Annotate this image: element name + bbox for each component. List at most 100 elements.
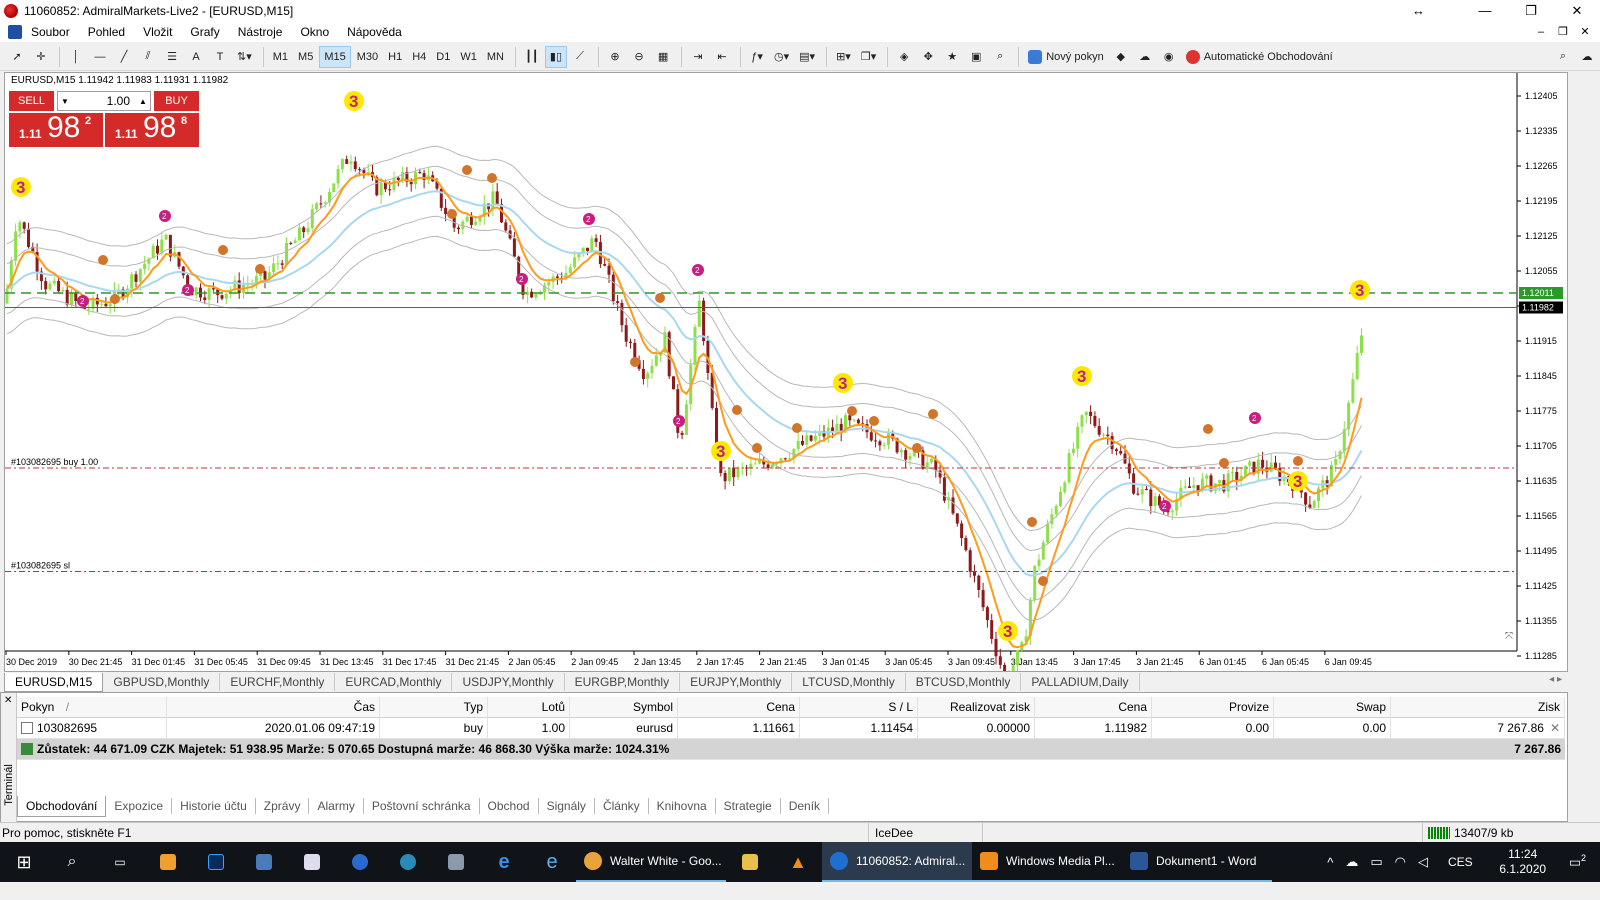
tf-m1-button[interactable]: M1	[269, 46, 292, 68]
chart-shift-icon[interactable]: ⇤	[711, 46, 733, 68]
lot-dropdown-icon[interactable]: ▼	[58, 97, 72, 106]
resize-icon[interactable]: ↔	[1412, 3, 1425, 18]
col-price[interactable]: Cena	[678, 696, 800, 718]
lot-up-icon[interactable]: ▲	[136, 97, 150, 106]
chart-tab-eurchf[interactable]: EURCHF,Monthly	[220, 673, 336, 691]
tester-icon[interactable]: ⌕	[989, 46, 1011, 68]
col-profit[interactable]: Zisk	[1391, 696, 1565, 718]
col-time[interactable]: Čas	[167, 696, 380, 718]
terminal-icon[interactable]: ▣	[965, 46, 987, 68]
tf-w1-button[interactable]: W1	[456, 46, 481, 68]
tab-alerts[interactable]: Alarmy	[309, 798, 364, 814]
order-row[interactable]: 103082695 2020.01.06 09:47:19 buy 1.00 e…	[17, 717, 1565, 739]
mdi-restore-button[interactable]: ❐	[1552, 22, 1574, 42]
col-commission[interactable]: Provize	[1152, 696, 1274, 718]
menu-charts[interactable]: Grafy	[181, 22, 228, 42]
tf-d1-button[interactable]: D1	[432, 46, 454, 68]
tab-strategy[interactable]: Strategie	[716, 798, 781, 814]
crosshair-icon[interactable]: ✛	[30, 46, 52, 68]
col-order[interactable]: Pokyn /	[17, 696, 167, 718]
sell-price[interactable]: 1.11 98 2	[9, 111, 103, 147]
start-button-icon[interactable]: ⊞	[0, 842, 48, 882]
chart-tab-eurjpy[interactable]: EURJPY,Monthly	[680, 673, 793, 691]
terminal-close-icon[interactable]: ✕	[4, 695, 12, 706]
col-type[interactable]: Typ	[380, 696, 488, 718]
mdi-minimize-button[interactable]: –	[1530, 22, 1552, 42]
col-tp[interactable]: Realizovat zisk	[918, 696, 1035, 718]
tab-trade[interactable]: Obchodování	[17, 795, 107, 817]
tab-articles[interactable]: Články	[595, 798, 649, 814]
store-icon[interactable]	[144, 842, 192, 882]
profiles-icon[interactable]: ❐▾	[857, 46, 880, 68]
notepad-icon[interactable]	[288, 842, 336, 882]
chart-tab-btcusd[interactable]: BTCUSD,Monthly	[906, 673, 1022, 691]
maximize-button[interactable]: ❐	[1508, 0, 1554, 22]
vps-icon[interactable]: ☁	[1134, 46, 1156, 68]
zoom-out-icon[interactable]: ⊖	[628, 46, 650, 68]
lot-size-input[interactable]: ▼ 1.00 ▲	[57, 91, 151, 111]
taskbar-media-player[interactable]: Windows Media Pl...	[972, 842, 1122, 882]
tf-mn-button[interactable]: MN	[483, 46, 508, 68]
navigator-icon[interactable]: ★	[941, 46, 963, 68]
language-indicator[interactable]: CES	[1448, 855, 1473, 869]
zoom-in-icon[interactable]: ⊕	[604, 46, 626, 68]
app-icon-teal[interactable]	[384, 842, 432, 882]
clock[interactable]: 11:24 6.1.2020	[1487, 847, 1559, 877]
battery-icon[interactable]: ▭	[1370, 854, 1382, 870]
tf-m5-button[interactable]: M5	[294, 46, 317, 68]
tab-account-history[interactable]: Historie účtu	[172, 798, 256, 814]
col-current-price[interactable]: Cena	[1035, 696, 1152, 718]
chart-window[interactable]: 1.12405 1.12335 1.12265 1.12195 1.12125 1.120…	[4, 72, 1568, 672]
buy-price[interactable]: 1.11 98 8	[105, 111, 199, 147]
tab-market[interactable]: Obchod	[480, 798, 539, 814]
text-icon[interactable]: A	[185, 46, 207, 68]
search-icon[interactable]: ⌕	[1552, 46, 1574, 68]
vertical-line-icon[interactable]: │	[65, 46, 87, 68]
chart-tab-eurgbp[interactable]: EURGBP,Monthly	[565, 673, 681, 691]
chart-tab-palladium[interactable]: PALLADIUM,Daily	[1021, 673, 1140, 691]
buy-button[interactable]: BUY	[154, 91, 199, 111]
tf-h4-button[interactable]: H4	[408, 46, 430, 68]
menu-insert[interactable]: Vložit	[134, 22, 181, 42]
search-taskbar-icon[interactable]: ⌕	[48, 842, 96, 882]
lot-value[interactable]: 1.00	[72, 94, 136, 108]
menu-file[interactable]: Soubor	[22, 22, 79, 42]
vlc-icon[interactable]: ▲	[774, 842, 822, 882]
label-icon[interactable]: T	[209, 46, 231, 68]
channel-icon[interactable]: ⫽	[137, 46, 159, 68]
scanner-icon[interactable]	[432, 842, 480, 882]
wifi-icon[interactable]: ◠	[1395, 854, 1406, 870]
col-swap[interactable]: Swap	[1274, 696, 1391, 718]
price-chart[interactable]: 1.12405 1.12335 1.12265 1.12195 1.12125 1.120…	[5, 73, 1567, 671]
edge-icon[interactable]: e	[480, 842, 528, 882]
line-chart-icon[interactable]: ⟋	[569, 46, 591, 68]
tf-m15-button[interactable]: M15	[319, 45, 351, 68]
chart-tab-ltcusd[interactable]: LTCUSD,Monthly	[792, 673, 906, 691]
taskbar-chrome[interactable]: Walter White - Goo...	[576, 842, 726, 882]
chat-icon[interactable]: ☁	[1576, 46, 1598, 68]
tab-scroll-arrows-icon[interactable]: ◂ ▸	[1549, 674, 1562, 685]
metaeditor-icon[interactable]: ◆	[1110, 46, 1132, 68]
taskbar-word[interactable]: Dokument1 - Word	[1122, 842, 1272, 882]
chart-tab-usdjpy[interactable]: USDJPY,Monthly	[452, 673, 565, 691]
sell-button[interactable]: SELL	[9, 91, 54, 111]
market-watch-icon[interactable]: ◈	[893, 46, 915, 68]
menu-window[interactable]: Okno	[291, 22, 338, 42]
col-symbol[interactable]: Symbol	[570, 696, 678, 718]
data-window-icon[interactable]: ✥	[917, 46, 939, 68]
autotrading-button[interactable]: Automatické Obchodování	[1182, 46, 1337, 68]
task-view-icon[interactable]: ▭	[96, 842, 144, 882]
menu-view[interactable]: Pohled	[79, 22, 134, 42]
candle-chart-icon[interactable]: ▮▯	[544, 45, 568, 68]
trendline-icon[interactable]: ╱	[113, 46, 135, 68]
onedrive-icon[interactable]: ☁	[1345, 854, 1358, 870]
col-lots[interactable]: Lotů	[488, 696, 570, 718]
menu-help[interactable]: Nápověda	[338, 22, 411, 42]
chart-tab-gbpusd[interactable]: GBPUSD,Monthly	[103, 673, 221, 691]
tab-news[interactable]: Zprávy	[256, 798, 310, 814]
indicators-icon[interactable]: ƒ▾	[746, 46, 768, 68]
tf-m30-button[interactable]: M30	[353, 46, 382, 68]
new-chart-icon[interactable]: ⊞▾	[832, 46, 855, 68]
cursor-icon[interactable]: ➚	[6, 46, 28, 68]
notifications-icon[interactable]: ▭2	[1569, 853, 1586, 870]
